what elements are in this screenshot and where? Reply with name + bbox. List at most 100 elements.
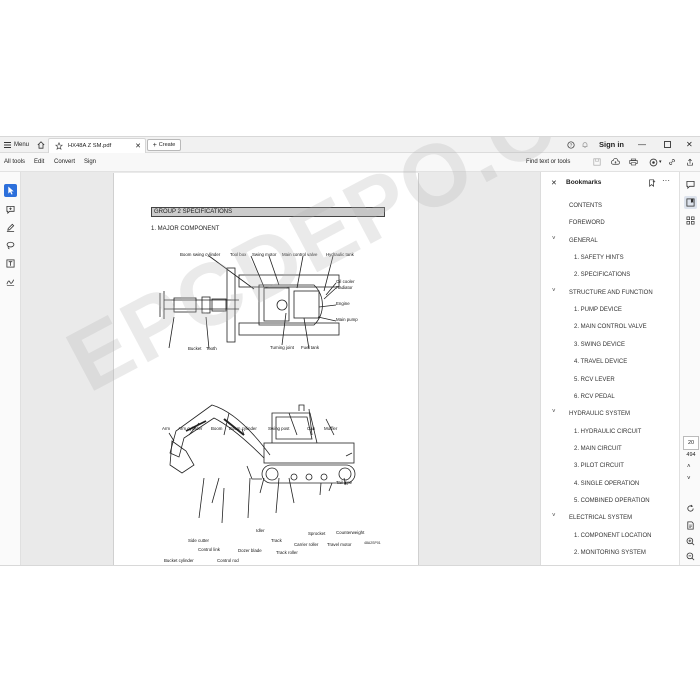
bookmark-item[interactable]: 6. RCV PEDAL	[574, 391, 615, 403]
bookmark-item[interactable]: 4. TRAVEL DEVICE	[574, 356, 627, 368]
add-bookmark-icon[interactable]	[648, 179, 656, 187]
ai-assistant-button[interactable]: ▾	[649, 153, 662, 171]
bookmark-item[interactable]: CONTENTS	[569, 200, 602, 212]
minimize-button[interactable]: —	[638, 137, 646, 152]
close-window-button[interactable]: ✕	[686, 137, 693, 152]
page-view-button[interactable]	[684, 519, 697, 532]
close-icon: ✕	[686, 140, 693, 149]
label-sprocket: Sprocket	[308, 531, 326, 536]
save-icon	[593, 158, 601, 166]
save-button[interactable]	[593, 153, 601, 171]
bookmark-item[interactable]: FOREWORD	[569, 217, 605, 229]
idler-shape	[265, 467, 279, 481]
grid-icon	[686, 216, 695, 225]
bookmark-item[interactable]: HYDRAULIC SYSTEM	[569, 408, 630, 420]
bookmark-item[interactable]: 2. MONITORING SYSTEM	[574, 547, 646, 559]
select-tool-button[interactable]	[4, 184, 17, 197]
bookmark-item[interactable]: 5. RCV LEVER	[574, 374, 615, 386]
rotate-button[interactable]	[684, 502, 697, 515]
create-label: Create	[158, 142, 176, 148]
label-carrier-roller: Carrier roller	[294, 542, 319, 547]
more-options-icon[interactable]: ···	[662, 176, 670, 185]
star-icon[interactable]	[55, 142, 63, 150]
cursor-icon	[7, 186, 14, 195]
bookmarks-panel: ✕ Bookmarks ··· CONTENTS FOREWORD ˅ GENERAL…	[540, 172, 680, 565]
menu-sign[interactable]: Sign	[84, 153, 96, 171]
bookmark-item[interactable]: 2. SPECIFICATIONS	[574, 269, 630, 281]
label-cab: Cab	[307, 426, 316, 431]
home-button[interactable]	[37, 137, 45, 152]
zoom-in-icon	[686, 537, 695, 546]
label-control-link: Control link	[198, 547, 220, 552]
lasso-icon	[6, 241, 15, 250]
zoom-in-button[interactable]	[684, 535, 697, 548]
document-icon	[687, 521, 694, 530]
signature-icon	[6, 279, 15, 286]
chevron-down-icon[interactable]: ˅	[552, 409, 556, 415]
bookmark-item[interactable]: GENERAL	[569, 235, 598, 247]
label-travel-motor: Travel motor	[327, 542, 352, 547]
bookmark-item[interactable]: STRUCTURE AND FUNCTION	[569, 287, 653, 299]
menu-edit[interactable]: Edit	[34, 153, 44, 171]
link-button[interactable]	[668, 153, 676, 171]
comment-tool-button[interactable]	[4, 203, 17, 216]
label-dozer-blade: Dozer blade	[238, 548, 262, 553]
bookmark-item[interactable]: 3. SWING DEVICE	[574, 339, 625, 351]
close-panel-icon[interactable]: ✕	[551, 179, 557, 187]
bookmarks-panel-button[interactable]	[684, 196, 697, 209]
freehand-tool-button[interactable]	[4, 239, 17, 252]
label-idler: Idler	[256, 528, 265, 533]
bookmark-item[interactable]: 5. COMBINED OPERATION	[574, 495, 650, 507]
upper-frame-shape	[263, 442, 355, 464]
maximize-icon	[664, 141, 671, 148]
bookmark-item[interactable]: 1. HYDRAULIC CIRCUIT	[574, 426, 641, 438]
minimize-icon: —	[638, 140, 646, 149]
sprocket-shape	[338, 467, 352, 481]
print-button[interactable]	[629, 153, 638, 171]
acrobat-window: Menu HX48A Z SM.pdf ✕ + Create ? Sign in…	[0, 136, 700, 566]
menu-all-tools[interactable]: All tools	[4, 153, 25, 171]
bookmark-item[interactable]: 1. PUMP DEVICE	[574, 304, 622, 316]
upload-button[interactable]	[611, 153, 620, 171]
menu-label: Menu	[14, 141, 30, 148]
next-page-button[interactable]: ˅	[687, 476, 691, 482]
label-tail-pipe: Tail pipe	[336, 480, 353, 485]
draw-tool-button[interactable]	[4, 221, 17, 234]
bookmarks-title: Bookmarks	[566, 179, 602, 186]
chevron-down-icon[interactable]: ˅	[552, 288, 556, 294]
bookmark-item[interactable]: 1. SAFETY HINTS	[574, 252, 624, 264]
bookmark-item[interactable]: 1. COMPONENT LOCATION	[574, 530, 651, 542]
menu-button[interactable]: Menu	[4, 137, 29, 152]
ai-assistant-icon	[649, 158, 658, 166]
label-counterweight: Counterweight	[336, 530, 365, 535]
label-swing-post: Swing post	[268, 426, 290, 431]
bookmark-item[interactable]: 4. SINGLE OPERATION	[574, 478, 639, 490]
page-number-input[interactable]: 20	[683, 436, 699, 450]
prev-page-button[interactable]: ˄	[687, 464, 691, 470]
bookmark-item[interactable]: 2. MAIN CONTROL VALVE	[574, 321, 647, 333]
chevron-down-icon[interactable]: ˅	[552, 513, 556, 519]
sign-tool-button[interactable]	[4, 275, 17, 288]
bookmark-item[interactable]: ELECTRICAL SYSTEM	[569, 512, 632, 524]
text-tool-button[interactable]	[4, 257, 17, 270]
document-tab[interactable]: HX48A Z SM.pdf ✕	[48, 138, 146, 153]
chevron-down-icon[interactable]: ˅	[552, 236, 556, 242]
maximize-button[interactable]	[664, 137, 671, 152]
chevron-up-icon: ˄	[687, 464, 691, 470]
comments-icon	[686, 180, 695, 189]
tab-title: HX48A Z SM.pdf	[68, 143, 112, 149]
label-boom-cylinder: Boom cylinder	[229, 426, 257, 431]
menu-convert[interactable]: Convert	[54, 153, 75, 171]
thumbnails-button[interactable]	[684, 214, 697, 227]
zoom-out-button[interactable]	[684, 550, 697, 563]
create-button[interactable]: + Create	[147, 139, 181, 151]
document-viewer[interactable]: GROUP 2 SPECIFICATIONS 1. MAJOR COMPONEN…	[21, 137, 700, 565]
bookmark-item[interactable]: 2. MAIN CIRCUIT	[574, 443, 622, 455]
label-bucket-cylinder: Bucket cylinder	[164, 558, 194, 563]
bookmark-item[interactable]: 3. PILOT CIRCUIT	[574, 460, 624, 472]
share-button[interactable]	[686, 153, 694, 171]
plus-icon: +	[152, 141, 157, 149]
comments-panel-button[interactable]	[684, 178, 697, 191]
close-tab-icon[interactable]: ✕	[135, 142, 141, 150]
label-muffler: Muffler	[324, 426, 338, 431]
